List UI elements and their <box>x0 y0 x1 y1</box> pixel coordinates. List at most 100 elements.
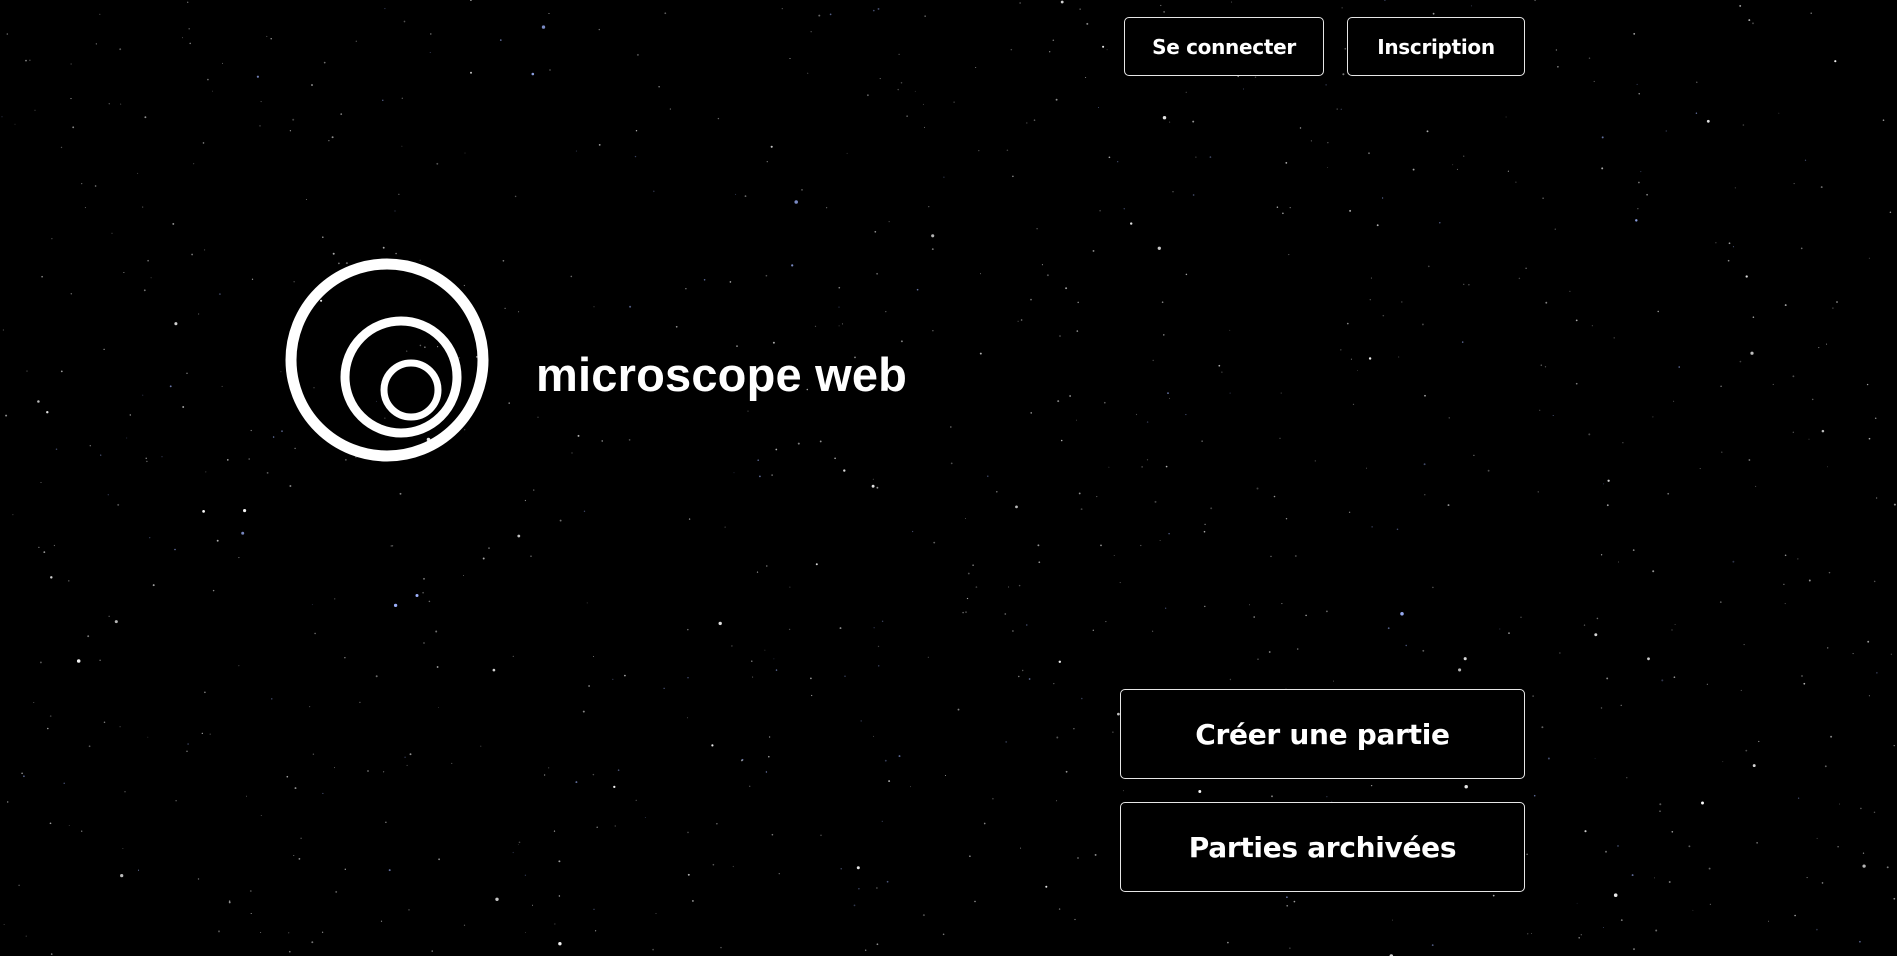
archived-games-button[interactable]: Parties archivées <box>1120 802 1525 892</box>
create-game-button[interactable]: Créer une partie <box>1120 689 1525 779</box>
star <box>1122 790 1124 792</box>
star <box>775 669 778 671</box>
star <box>1204 605 1206 608</box>
star <box>1620 704 1622 706</box>
star <box>322 236 324 238</box>
star <box>344 868 346 870</box>
star <box>218 930 220 933</box>
star <box>3 923 5 925</box>
star <box>408 909 410 911</box>
star <box>1271 795 1273 798</box>
star <box>778 873 780 875</box>
star <box>212 90 213 92</box>
star <box>1285 518 1288 520</box>
star <box>1192 120 1195 123</box>
star <box>502 259 505 262</box>
star <box>582 710 585 713</box>
star <box>914 90 916 92</box>
star <box>1326 610 1328 613</box>
star <box>924 15 926 17</box>
star <box>1159 540 1161 541</box>
star <box>733 472 735 474</box>
star <box>311 604 313 605</box>
star <box>766 565 768 567</box>
star <box>1423 463 1426 466</box>
star <box>664 12 667 15</box>
star <box>1868 437 1871 440</box>
star <box>1151 630 1154 632</box>
star <box>1057 400 1060 403</box>
star <box>820 834 822 837</box>
star <box>1821 882 1824 884</box>
star <box>588 685 590 687</box>
star <box>380 920 383 922</box>
star <box>99 659 101 661</box>
star <box>1058 660 1062 664</box>
star <box>1020 319 1023 321</box>
star <box>1792 431 1794 433</box>
star <box>87 635 90 638</box>
star <box>1229 392 1231 394</box>
star <box>120 873 124 878</box>
star <box>499 39 502 41</box>
star <box>423 642 425 644</box>
star <box>1056 736 1059 739</box>
star <box>524 499 526 502</box>
star <box>495 897 499 901</box>
signup-button[interactable]: Inscription <box>1347 17 1525 76</box>
star <box>592 773 595 776</box>
star <box>1696 81 1698 83</box>
star <box>1254 76 1257 78</box>
star <box>962 611 964 614</box>
star <box>1058 908 1061 910</box>
star <box>137 869 140 871</box>
star <box>451 762 453 764</box>
star <box>911 530 914 533</box>
star <box>1827 647 1829 649</box>
star <box>577 434 580 437</box>
login-button[interactable]: Se connecter <box>1124 17 1324 76</box>
star <box>49 822 52 825</box>
star <box>1541 726 1544 729</box>
star <box>886 880 889 883</box>
star <box>169 385 172 388</box>
star <box>1742 124 1745 126</box>
star <box>1618 561 1619 563</box>
star <box>1830 735 1833 738</box>
star <box>123 271 125 274</box>
star <box>72 126 75 129</box>
star <box>1357 370 1359 371</box>
star <box>1463 155 1465 157</box>
star <box>1893 897 1896 900</box>
star <box>1396 528 1399 531</box>
star <box>876 943 879 946</box>
star <box>222 62 223 64</box>
star <box>1750 351 1754 355</box>
star <box>1638 93 1640 95</box>
star <box>289 485 292 487</box>
star <box>1076 330 1079 332</box>
star <box>797 442 800 445</box>
star <box>1622 442 1624 444</box>
star <box>321 931 324 933</box>
star <box>1352 403 1355 406</box>
star <box>1631 874 1634 877</box>
star <box>814 325 817 327</box>
star <box>807 72 809 74</box>
star <box>1098 107 1099 108</box>
star <box>517 844 519 846</box>
star <box>1165 607 1167 609</box>
star <box>1473 454 1475 457</box>
star <box>1740 689 1742 691</box>
star <box>207 78 209 81</box>
star <box>1580 934 1582 936</box>
star <box>876 272 879 275</box>
star <box>928 206 930 208</box>
star <box>1447 504 1450 507</box>
star <box>1036 227 1038 230</box>
star <box>1860 807 1862 810</box>
star <box>1671 830 1674 833</box>
star <box>558 860 561 863</box>
star <box>1076 419 1077 421</box>
star <box>1273 495 1276 498</box>
